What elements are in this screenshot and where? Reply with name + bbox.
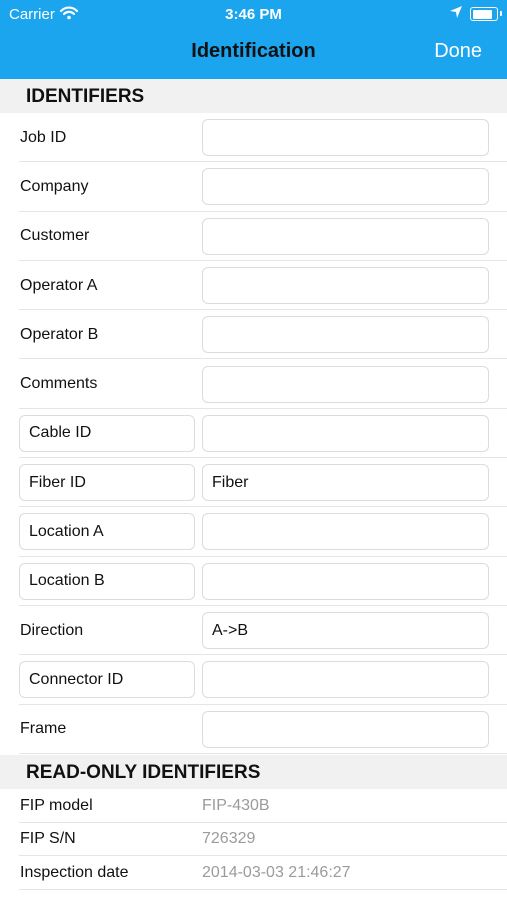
- field-row-comments: Comments: [0, 360, 507, 409]
- label-input-location-a[interactable]: Location A: [19, 513, 195, 551]
- field-row-cable-id: Cable ID: [0, 409, 507, 459]
- row-divider: [19, 888, 507, 890]
- read-only-label-fip-model: FIP model: [20, 796, 93, 814]
- field-row-location-a: Location A: [0, 507, 507, 557]
- field-row-operator-a: Operator A: [0, 261, 507, 311]
- value-input-cable-id[interactable]: [202, 414, 489, 452]
- read-only-row-fip-s-n: FIP S/N 726329: [0, 823, 507, 857]
- field-row-operator-b: Operator B: [0, 310, 507, 360]
- value-input-location-a[interactable]: [202, 513, 489, 551]
- field-row-fiber-id: Fiber ID Fiber: [0, 458, 507, 508]
- read-only-value-fip-model: FIP-430B: [202, 796, 270, 814]
- value-input-customer[interactable]: [202, 217, 489, 255]
- value-input-operator-b[interactable]: [202, 316, 489, 354]
- field-label-operator-b: Operator B: [20, 325, 99, 343]
- value-input-comments[interactable]: [202, 365, 489, 403]
- status-bar: Carrier 3:46 PM: [0, 0, 507, 28]
- value-input-fiber-id[interactable]: Fiber: [202, 464, 489, 502]
- value-input-location-b[interactable]: [202, 562, 489, 600]
- status-time: 3:46 PM: [225, 6, 282, 23]
- read-only-label-fip-s-n: FIP S/N: [20, 830, 76, 848]
- read-only-value-inspection-date: 2014-03-03 21:46:27: [202, 863, 351, 881]
- value-input-connector-id[interactable]: [202, 661, 489, 699]
- battery-icon: [470, 7, 502, 21]
- value-input-job-id[interactable]: [202, 119, 489, 156]
- field-row-direction: Direction A->B: [0, 606, 507, 656]
- label-input-fiber-id[interactable]: Fiber ID: [19, 464, 195, 502]
- field-label-frame: Frame: [20, 720, 67, 738]
- read-only-row-fip-model: FIP model FIP-430B: [0, 789, 507, 823]
- done-button[interactable]: Done: [434, 40, 482, 63]
- field-label-comments: Comments: [20, 375, 98, 393]
- row-divider: [19, 752, 507, 754]
- field-label-customer: Customer: [20, 227, 90, 245]
- section-header-identifiers: IDENTIFIERS: [0, 79, 507, 113]
- label-input-cable-id[interactable]: Cable ID: [19, 414, 195, 452]
- value-input-direction[interactable]: A->B: [202, 612, 489, 649]
- read-only-value-fip-s-n: 726329: [202, 830, 256, 848]
- value-input-company[interactable]: [202, 168, 489, 206]
- value-input-frame[interactable]: [202, 710, 489, 748]
- battery-fill: [472, 9, 493, 19]
- field-label-job-id: Job ID: [20, 128, 67, 146]
- page-title: Identification: [191, 40, 316, 62]
- field-row-connector-id: Connector ID: [0, 655, 507, 705]
- field-label-operator-a: Operator A: [20, 276, 98, 294]
- read-only-row-inspection-date: Inspection date 2014-03-03 21:46:27: [0, 856, 507, 890]
- field-label-company: Company: [20, 177, 89, 195]
- location-arrow-icon: [449, 5, 463, 23]
- field-row-location-b: Location B: [0, 557, 507, 606]
- read-only-label-inspection-date: Inspection date: [20, 863, 129, 881]
- label-input-location-b[interactable]: Location B: [19, 562, 195, 600]
- navigation-header: Carrier 3:46 PM Identification Done: [0, 0, 507, 79]
- field-row-customer: Customer: [0, 212, 507, 261]
- value-input-operator-a[interactable]: [202, 266, 489, 304]
- field-row-frame: Frame: [0, 705, 507, 754]
- field-row-company: Company: [0, 162, 507, 212]
- label-input-connector-id[interactable]: Connector ID: [19, 661, 195, 699]
- field-label-direction: Direction: [20, 621, 84, 639]
- field-row-job-id: Job ID: [0, 113, 507, 163]
- section-header-read-only: READ-ONLY IDENTIFIERS: [0, 755, 507, 789]
